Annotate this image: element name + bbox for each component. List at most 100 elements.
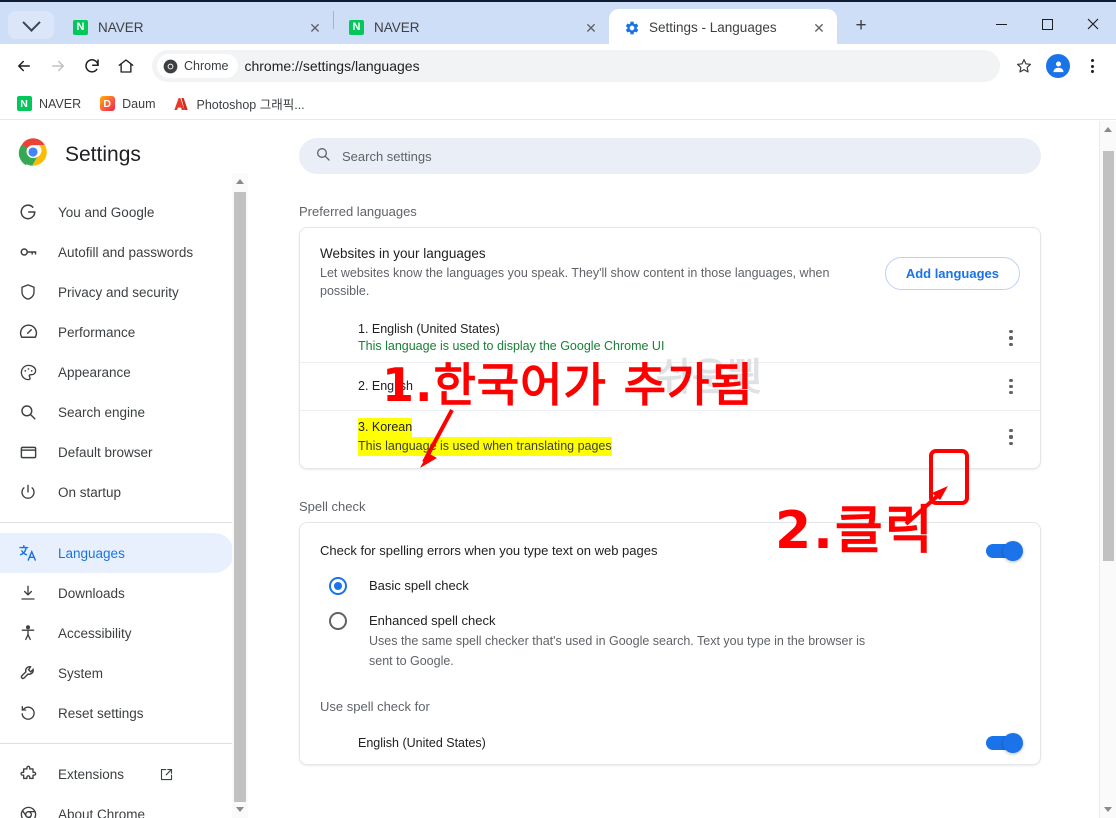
profile-avatar[interactable] <box>1042 50 1074 82</box>
sidebar-item-reset-settings[interactable]: Reset settings <box>0 693 234 733</box>
scroll-down-arrow-icon[interactable] <box>232 801 248 818</box>
url-text: chrome://settings/languages <box>244 58 994 74</box>
sidebar-item-extensions[interactable]: Extensions <box>0 754 234 794</box>
shield-icon <box>18 282 38 302</box>
forward-button[interactable] <box>42 50 74 82</box>
tab-naver-2[interactable]: N NAVER ✕ <box>334 9 609 46</box>
sidebar-item-label: Reset settings <box>58 706 144 721</box>
add-languages-button[interactable]: Add languages <box>885 257 1020 290</box>
bookmark-star-icon[interactable] <box>1008 50 1040 82</box>
kebab-menu-icon <box>1009 379 1012 395</box>
kebab-menu-icon <box>1009 429 1012 445</box>
minimize-button[interactable] <box>978 2 1024 46</box>
sidebar-item-privacy-and-security[interactable]: Privacy and security <box>0 272 234 312</box>
chevron-down-icon <box>22 13 40 31</box>
tab-group-chevron-icon[interactable] <box>8 11 54 39</box>
sidebar-item-search-engine[interactable]: Search engine <box>0 392 234 432</box>
preferred-languages-list: 1. English (United States) This language… <box>300 314 1040 468</box>
use-spell-check-for-label: Use spell check for <box>300 687 1040 714</box>
page-scrollbar[interactable] <box>1099 121 1116 818</box>
language-row-menu-icon[interactable] <box>996 422 1026 452</box>
sidebar-divider-2 <box>0 743 234 744</box>
chrome-logo-icon <box>18 137 48 172</box>
sidebar-item-downloads[interactable]: Downloads <box>0 573 234 613</box>
scroll-down-arrow-icon[interactable] <box>1100 801 1116 818</box>
tab-naver-1[interactable]: N NAVER ✕ <box>58 9 333 46</box>
sidebar-item-performance[interactable]: Performance <box>0 312 234 352</box>
language-row-english[interactable]: 2. English <box>300 362 1040 410</box>
sidebar-item-you-and-google[interactable]: You and Google <box>0 192 234 232</box>
sidebar-item-default-browser[interactable]: Default browser <box>0 432 234 472</box>
sidebar-item-label: System <box>58 666 103 681</box>
bookmark-photoshop[interactable]: Photoshop 그래픽... <box>165 91 312 116</box>
sidebar-scrollbar[interactable] <box>232 173 248 818</box>
new-tab-button[interactable]: + <box>847 12 875 40</box>
settings-page: Settings You and Google Autofill and pas… <box>0 121 1116 818</box>
spell-check-toggle[interactable] <box>986 544 1020 558</box>
sidebar-item-languages[interactable]: Languages <box>0 533 234 573</box>
preferred-languages-card: Websites in your languages Let websites … <box>299 227 1041 469</box>
settings-brand: Settings <box>0 121 248 184</box>
chrome-menu-icon[interactable] <box>1076 50 1108 82</box>
sidebar-item-appearance[interactable]: Appearance <box>0 352 234 392</box>
address-bar[interactable]: Chrome chrome://settings/languages <box>152 50 1000 82</box>
sidebar-item-label: Performance <box>58 325 135 340</box>
sidebar-item-about-chrome[interactable]: About Chrome <box>0 794 234 818</box>
tab-close-icon[interactable]: ✕ <box>305 18 325 38</box>
chrome-icon <box>18 804 38 818</box>
open-external-icon <box>158 766 174 782</box>
spell-check-language-toggle[interactable] <box>986 736 1020 750</box>
tab-close-icon[interactable]: ✕ <box>581 18 601 38</box>
sidebar-item-label: Autofill and passwords <box>58 245 193 260</box>
naver-icon: N <box>72 19 89 36</box>
browser-window-icon <box>18 442 38 462</box>
palette-icon <box>18 362 38 382</box>
sidebar-scrollbar-thumb[interactable] <box>234 192 246 802</box>
tab-settings-languages[interactable]: Settings - Languages ✕ <box>609 9 837 46</box>
maximize-button[interactable] <box>1024 2 1070 46</box>
language-row-menu-icon[interactable] <box>996 323 1026 353</box>
sidebar-item-on-startup[interactable]: On startup <box>0 472 234 512</box>
scroll-up-arrow-icon[interactable] <box>1100 121 1116 138</box>
sidebar-item-autofill-and-passwords[interactable]: Autofill and passwords <box>0 232 234 272</box>
sidebar-item-accessibility[interactable]: Accessibility <box>0 613 234 653</box>
sidebar-item-system[interactable]: System <box>0 653 234 693</box>
scroll-up-arrow-icon[interactable] <box>232 173 248 190</box>
sidebar-item-label: Accessibility <box>58 626 132 641</box>
sidebar-item-label: On startup <box>58 485 121 500</box>
spell-check-language-english-us[interactable]: English (United States) <box>300 714 1040 764</box>
settings-main: Search settings Preferred languages Webs… <box>248 121 1086 818</box>
bookmark-daum[interactable]: D Daum <box>91 93 163 115</box>
tab-close-icon[interactable]: ✕ <box>809 18 829 38</box>
sidebar-item-label: About Chrome <box>58 807 145 818</box>
language-row-menu-icon[interactable] <box>996 372 1026 402</box>
home-button[interactable] <box>110 50 142 82</box>
daum-icon: D <box>99 96 115 112</box>
translate-icon <box>18 543 38 563</box>
search-icon <box>18 402 38 422</box>
spell-check-language-label: English (United States) <box>358 736 986 750</box>
page-scrollbar-thumb[interactable] <box>1103 151 1114 561</box>
sidebar-item-label: Downloads <box>58 586 125 601</box>
search-settings-input[interactable]: Search settings <box>299 138 1041 174</box>
bookmark-naver[interactable]: N NAVER <box>8 93 89 115</box>
naver-letter: N <box>17 96 32 111</box>
back-button[interactable] <box>8 50 40 82</box>
chrome-chip: Chrome <box>157 54 238 78</box>
close-button[interactable] <box>1070 2 1116 46</box>
download-icon <box>18 583 38 603</box>
language-subtitle: This language is used to display the Goo… <box>358 338 996 355</box>
radio-button[interactable] <box>329 612 347 630</box>
language-row-english-us[interactable]: 1. English (United States) This language… <box>300 314 1040 362</box>
bookmark-label: Daum <box>122 97 155 111</box>
radio-enhanced-spell-check[interactable]: Enhanced spell check Uses the same spell… <box>300 611 1040 671</box>
speedometer-icon <box>18 322 38 342</box>
websites-in-your-languages-title: Websites in your languages <box>320 246 869 261</box>
chrome-chip-label: Chrome <box>184 59 228 73</box>
language-row-korean[interactable]: 3. Korean This language is used when tra… <box>300 410 1040 468</box>
radio-button[interactable] <box>329 577 347 595</box>
restore-icon <box>18 703 38 723</box>
sidebar-item-label: Languages <box>58 546 125 561</box>
radio-basic-spell-check[interactable]: Basic spell check <box>300 576 1040 595</box>
reload-button[interactable] <box>76 50 108 82</box>
